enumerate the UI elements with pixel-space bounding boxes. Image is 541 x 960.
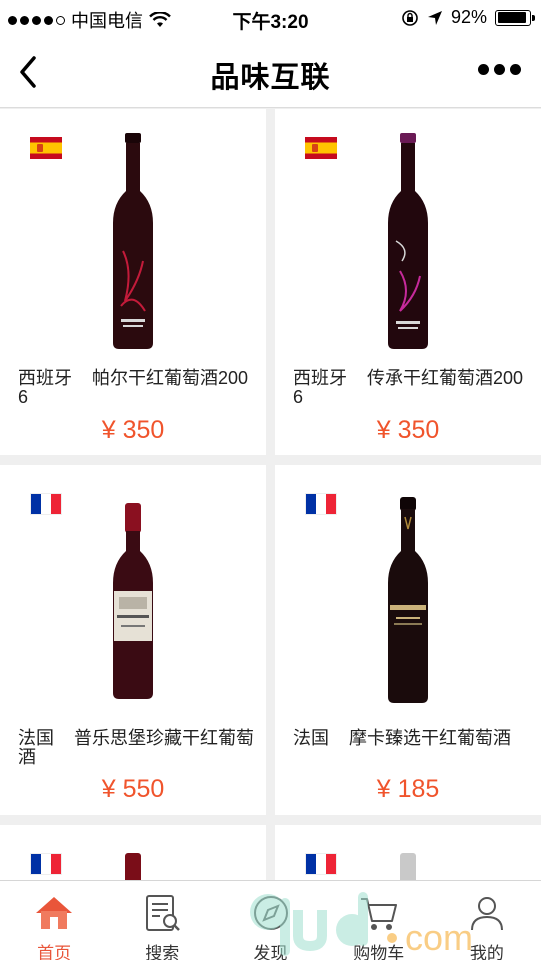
product-name: 法国 普乐思堡珍藏干红葡萄酒 xyxy=(18,728,255,767)
tab-discover[interactable]: 发现 xyxy=(216,881,324,960)
product-name: 西班牙 传承干红葡萄酒2006 xyxy=(293,368,524,407)
spain-flag-icon xyxy=(305,137,337,159)
status-bar: 中国电信 下午3:20 92% xyxy=(0,0,541,36)
france-flag-icon xyxy=(30,853,62,875)
france-flag-icon xyxy=(305,493,337,515)
status-right: 92% xyxy=(401,7,535,28)
tab-cart[interactable]: 购物车 xyxy=(325,881,433,960)
tab-bar: 首页 搜索 发现 购物车 我的 xyxy=(0,880,541,960)
product-card[interactable] xyxy=(275,825,541,885)
wine-bottle-icon xyxy=(388,497,428,703)
product-card[interactable]: 西班牙 传承干红葡萄酒2006 ¥ 350 xyxy=(275,109,541,455)
tab-label: 我的 xyxy=(469,944,504,960)
tab-label: 搜索 xyxy=(145,944,180,960)
product-name: 法国 摩卡臻选干红葡萄酒 xyxy=(293,728,512,748)
battery-percent: 92% xyxy=(450,7,487,27)
home-icon xyxy=(36,897,73,929)
product-card[interactable]: 西班牙 帕尔干红葡萄酒2006 ¥ 350 xyxy=(0,109,266,455)
wine-bottle-icon xyxy=(113,133,153,349)
tab-home[interactable]: 首页 xyxy=(0,881,108,960)
product-price: ¥ 550 xyxy=(101,775,165,803)
battery-icon xyxy=(495,9,535,26)
product-price: ¥ 185 xyxy=(376,775,440,803)
search-doc-icon xyxy=(146,895,181,931)
tab-search[interactable]: 搜索 xyxy=(108,881,216,960)
product-price: ¥ 350 xyxy=(101,416,165,444)
user-icon xyxy=(470,897,503,931)
tab-label: 购物车 xyxy=(353,944,405,960)
tab-label: 首页 xyxy=(37,944,72,960)
page-title: 品味互联 xyxy=(210,62,331,94)
location-arrow-icon xyxy=(427,10,442,25)
france-flag-icon xyxy=(30,493,62,515)
battery-level xyxy=(497,12,527,23)
product-card[interactable]: 法国 摩卡臻选干红葡萄酒 ¥ 185 xyxy=(275,465,541,815)
nav-bar: 品味互联 xyxy=(0,36,541,108)
product-card[interactable]: 法国 普乐思堡珍藏干红葡萄酒 ¥ 550 xyxy=(0,465,266,815)
screen: 中国电信 下午3:20 92% 品味互联 西班牙 帕尔干红葡萄酒2006 ¥ 3… xyxy=(0,0,541,960)
more-options-icon[interactable] xyxy=(478,64,521,75)
product-price: ¥ 350 xyxy=(376,416,440,444)
wine-bottle-icon xyxy=(113,503,153,699)
tab-label: 发现 xyxy=(253,944,288,960)
tab-profile[interactable]: 我的 xyxy=(433,881,541,960)
orientation-lock-icon xyxy=(402,9,418,26)
product-name: 西班牙 帕尔干红葡萄酒2006 xyxy=(18,368,249,407)
spain-flag-icon xyxy=(30,137,62,159)
cart-icon xyxy=(360,898,397,930)
wine-bottle-icon xyxy=(388,133,428,349)
product-card[interactable] xyxy=(0,825,266,885)
france-flag-icon xyxy=(305,853,337,875)
discover-icon xyxy=(253,896,288,930)
